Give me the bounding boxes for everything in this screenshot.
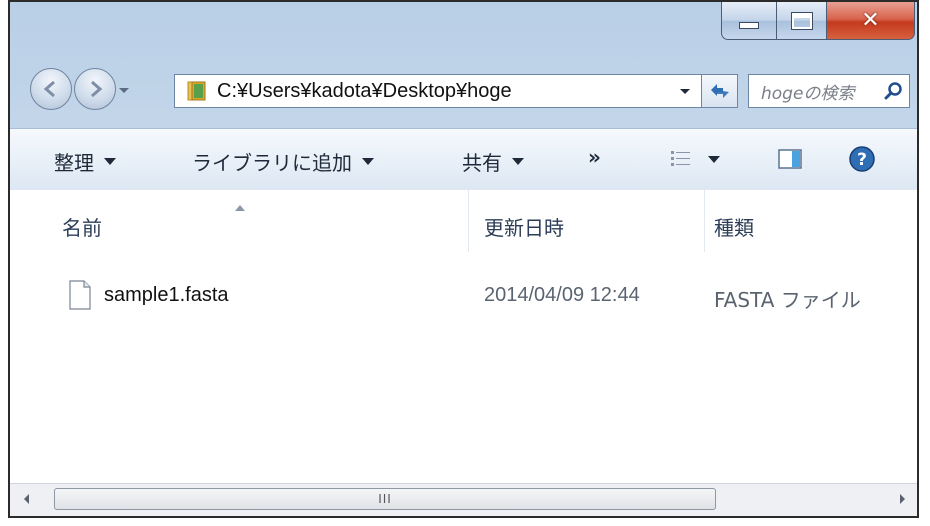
file-name: sample1.fasta: [104, 284, 229, 306]
column-header-date[interactable]: 更新日時: [484, 212, 564, 241]
recent-pages-dropdown-icon[interactable]: [118, 84, 130, 96]
search-icon[interactable]: [883, 81, 903, 101]
refresh-button[interactable]: [702, 74, 738, 108]
refresh-icon: [710, 84, 729, 98]
close-button[interactable]: ✕: [827, 2, 915, 40]
search-placeholder: hogeの検索: [761, 83, 855, 104]
organize-menu[interactable]: 整理: [54, 147, 116, 176]
file-icon: [69, 280, 91, 310]
arrow-right-icon: [91, 80, 103, 98]
file-modified-date: 2014/04/09 12:44: [484, 284, 640, 306]
share-menu[interactable]: 共有: [462, 147, 524, 176]
maximize-button[interactable]: [777, 2, 827, 40]
chevron-down-icon: [708, 155, 720, 163]
address-bar[interactable]: C:¥Users¥kadota¥Desktop¥hoge: [174, 74, 702, 108]
maximize-icon: [791, 12, 812, 29]
share-label: 共有: [462, 151, 502, 175]
column-header-name[interactable]: 名前: [62, 212, 102, 241]
column-header-type[interactable]: 種類: [714, 212, 754, 241]
file-row[interactable]: sample1.fasta 2014/04/09 12:44 FASTA ファイ…: [10, 276, 917, 316]
address-path: C:¥Users¥kadota¥Desktop¥hoge: [217, 79, 512, 102]
column-divider[interactable]: [704, 190, 705, 252]
add-to-library-label: ライブラリに追加: [192, 151, 352, 175]
caption-buttons: ✕: [721, 2, 915, 42]
more-commands-button[interactable]: »: [588, 145, 601, 169]
sort-ascending-icon: [235, 205, 245, 211]
close-icon: ✕: [861, 7, 880, 33]
arrow-left-icon: [43, 80, 55, 98]
minimize-icon: [739, 22, 759, 29]
add-to-library-menu[interactable]: ライブラリに追加: [192, 147, 374, 176]
chevron-down-icon: [104, 158, 116, 165]
command-bar: 整理 ライブラリに追加 共有 » ?: [10, 128, 917, 192]
horizontal-scrollbar[interactable]: III: [10, 483, 917, 516]
svg-text:?: ?: [857, 150, 867, 170]
navigation-bar: C:¥Users¥kadota¥Desktop¥hoge hogeの検索: [10, 62, 917, 116]
search-box[interactable]: hogeの検索: [748, 74, 910, 108]
file-list: 名前 更新日時 種類 sample1.fasta 2014/04/09 12:4…: [10, 190, 917, 516]
forward-button[interactable]: [74, 68, 116, 110]
scroll-left-icon[interactable]: [20, 492, 34, 506]
folder-icon: [187, 81, 206, 101]
address-dropdown-icon[interactable]: [679, 85, 691, 97]
back-button[interactable]: [30, 68, 72, 110]
minimize-button[interactable]: [721, 2, 777, 40]
explorer-window: ✕ C:¥Users¥kadota¥Desktop¥hoge hogeの検索 整…: [8, 0, 919, 518]
help-icon[interactable]: ?: [848, 145, 876, 173]
file-type: FASTA ファイル: [714, 288, 861, 312]
scrollbar-grip: III: [378, 492, 392, 506]
scrollbar-thumb[interactable]: III: [54, 488, 716, 510]
organize-label: 整理: [54, 151, 94, 175]
preview-pane-icon[interactable]: [778, 149, 802, 169]
scroll-right-icon[interactable]: [895, 492, 909, 506]
column-divider[interactable]: [468, 190, 469, 252]
chevron-down-icon: [512, 158, 524, 165]
change-view-button[interactable]: [670, 149, 720, 169]
view-list-icon: [671, 151, 690, 166]
chevron-down-icon: [362, 158, 374, 165]
